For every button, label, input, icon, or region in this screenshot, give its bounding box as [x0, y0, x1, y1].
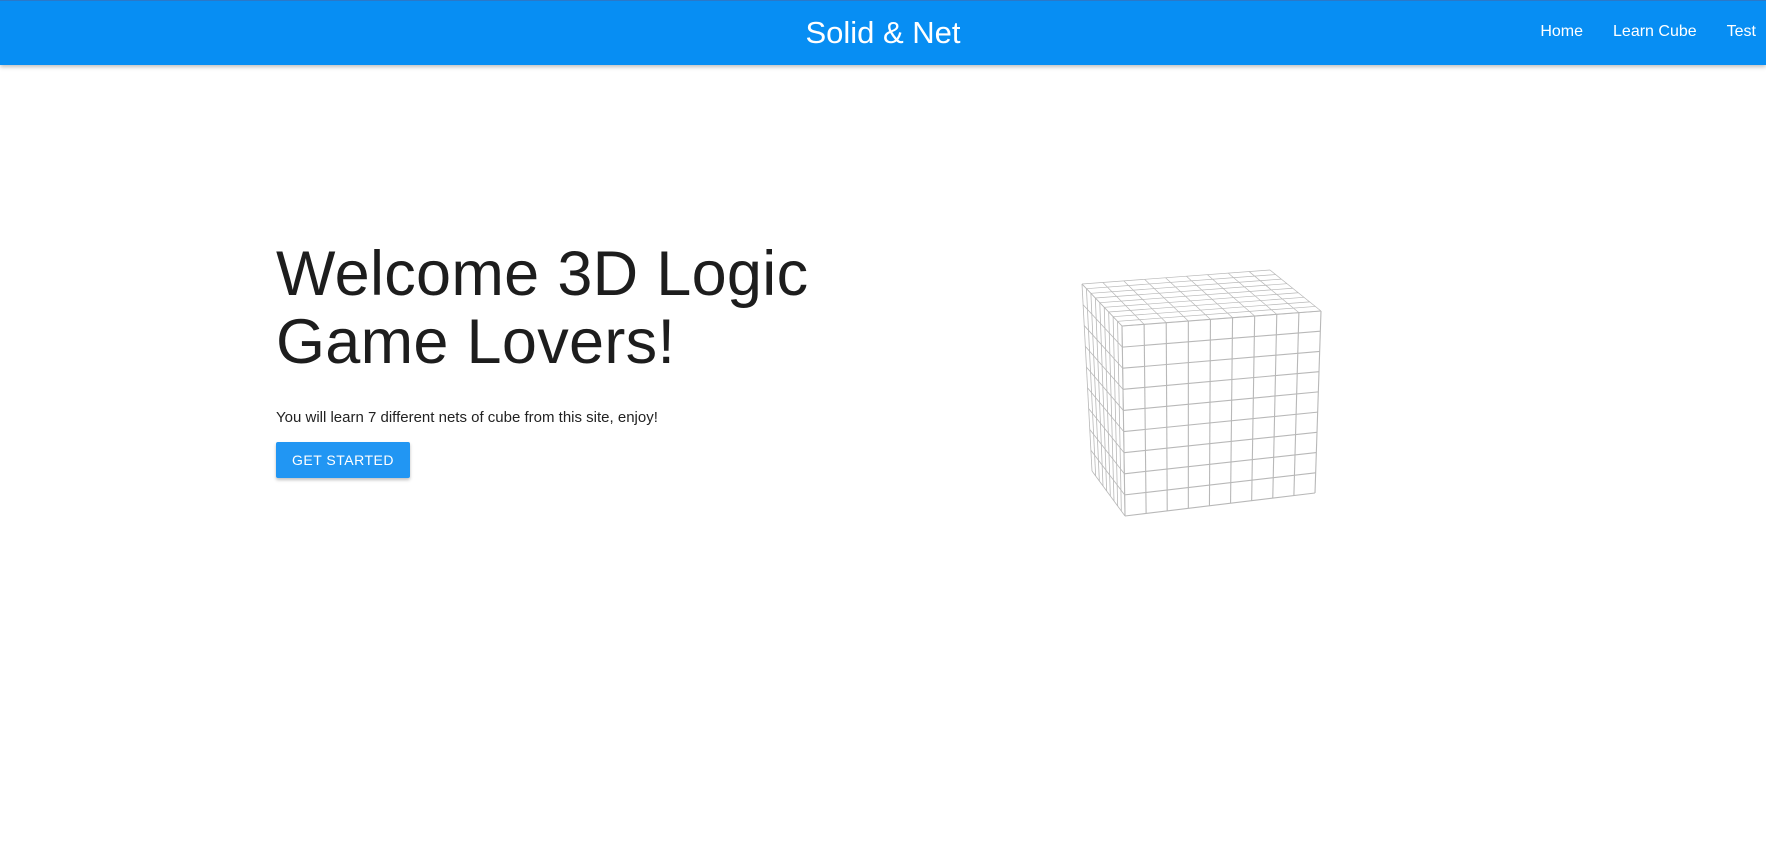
app-bar: Solid & Net Home Learn Cube Test — [0, 0, 1766, 65]
wireframe-cube-icon — [1081, 269, 1322, 517]
hero-title: Welcome 3D Logic Game Lovers! — [276, 240, 876, 376]
hero-title-line1: Welcome 3D Logic — [276, 239, 809, 309]
hero-subtitle: You will learn 7 different nets of cube … — [276, 409, 658, 426]
get-started-button[interactable]: GET STARTED — [276, 442, 410, 478]
cube-illustration — [1060, 265, 1350, 555]
app-title: Solid & Net — [805, 15, 961, 50]
nav-test[interactable]: Test — [1712, 23, 1766, 41]
nav-home[interactable]: Home — [1525, 23, 1598, 41]
nav-learn-cube[interactable]: Learn Cube — [1598, 23, 1712, 41]
top-nav: Home Learn Cube Test — [1525, 23, 1766, 41]
hero-section: Welcome 3D Logic Game Lovers! You will l… — [276, 240, 876, 478]
hero-title-line2: Game Lovers! — [276, 307, 676, 377]
